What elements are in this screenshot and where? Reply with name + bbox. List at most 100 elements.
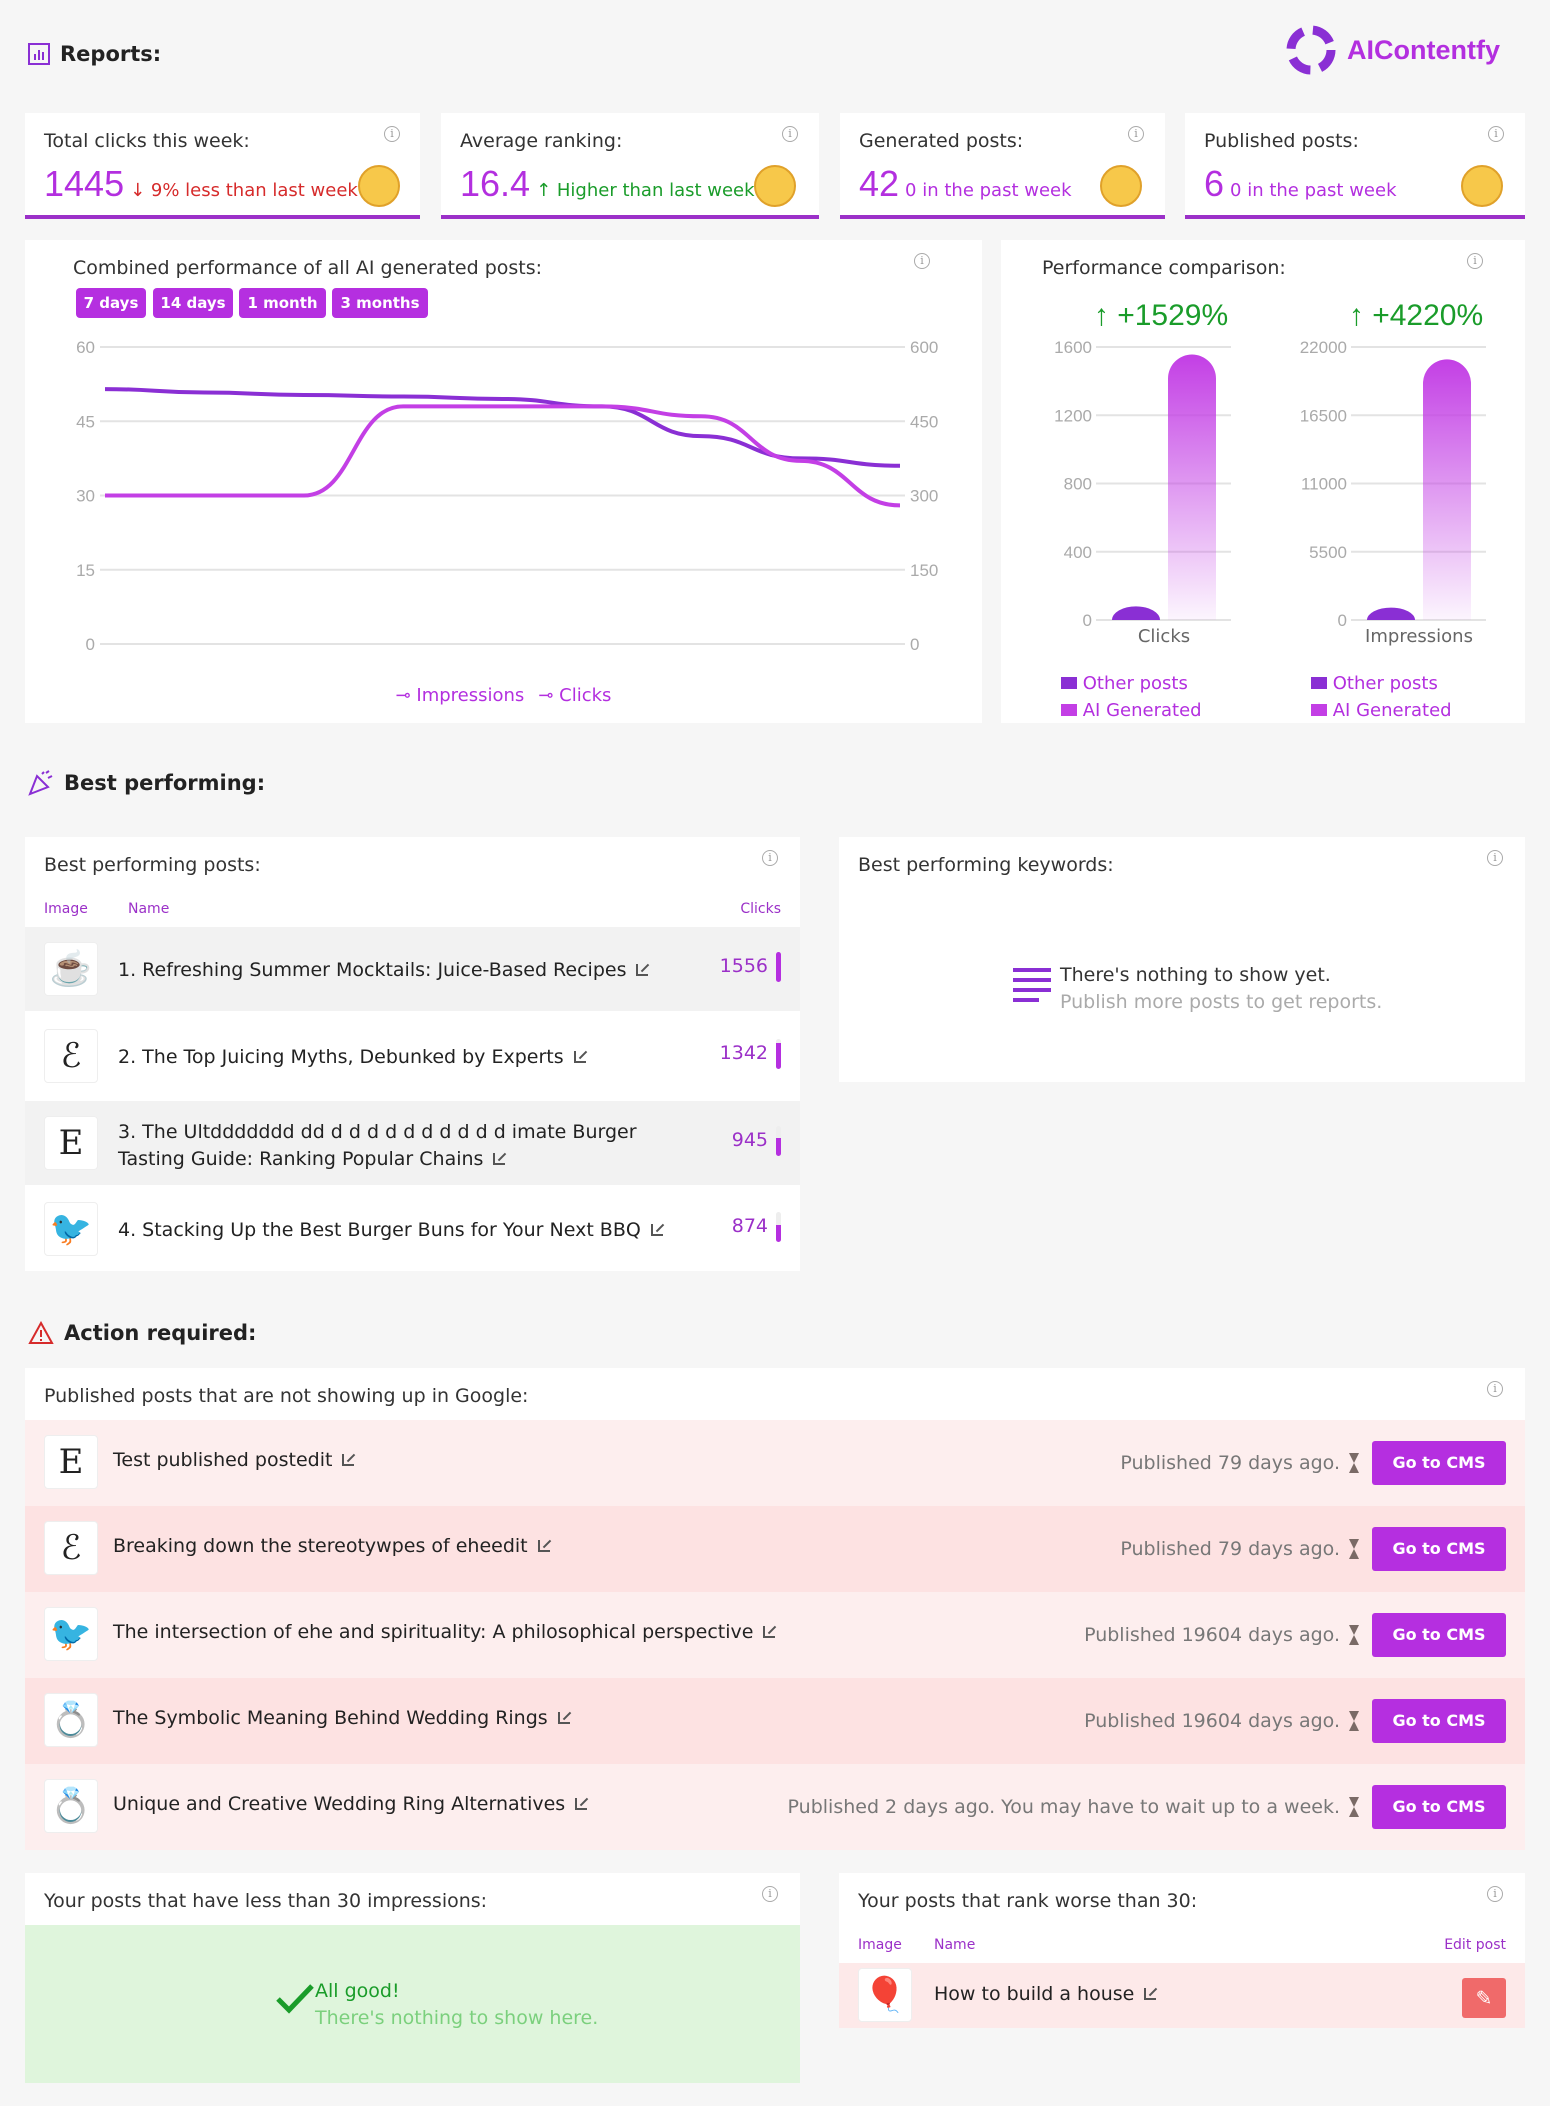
legend-marker-icon: ⊸ (538, 685, 560, 706)
post-name[interactable]: 2. The Top Juicing Myths, Debunked by Ex… (118, 1044, 698, 1071)
stat-card-clicks: Total clicks this week: i 1445 ↓ 9% less… (25, 113, 420, 219)
external-link-icon[interactable] (537, 1540, 550, 1552)
coffee-cup-icon: ☕ (44, 942, 98, 996)
best-posts-card: Best performing posts: i Image Name Clic… (25, 837, 800, 1271)
all-good-panel: All good! There's nothing to show here. (25, 1925, 800, 2083)
post-name-text: The Symbolic Meaning Behind Wedding Ring… (113, 1707, 548, 1729)
stat-label: Average ranking: (460, 130, 623, 152)
checkmark-icon (276, 1984, 314, 2014)
click-bar (776, 1039, 781, 1069)
go-to-cms-button[interactable]: Go to CMS (1372, 1613, 1506, 1657)
legend-impressions[interactable]: ⊸ Impressions (396, 685, 525, 706)
col-image: Image (44, 901, 88, 917)
best-title: Best performing: (64, 771, 266, 795)
post-name[interactable]: 4. Stacking Up the Best Burger Buns for … (118, 1217, 698, 1244)
y-tick: 1200 (1054, 406, 1092, 425)
line-chart: 60 600 45 450 30 300 15 150 0 0 (76, 338, 938, 654)
action-title: Action required: (64, 1321, 257, 1345)
external-link-icon[interactable] (557, 1712, 570, 1724)
y-tick-right: 300 (910, 487, 938, 506)
hourglass-icon (1349, 1625, 1359, 1645)
magic-edit-button[interactable]: ✎ (1462, 1978, 1506, 2018)
post-name[interactable]: 3. The Ultddddddd dd d d d d d d d d d d… (118, 1119, 698, 1173)
y-tick: 0 (1338, 611, 1347, 630)
legend-ai-generated[interactable]: AI Generated (1311, 697, 1452, 724)
empty-main: There's nothing to show yet. (1060, 964, 1331, 986)
external-link-icon[interactable] (636, 964, 649, 976)
stat-card-published: Published posts: i 6 0 in the past week (1185, 113, 1525, 219)
info-icon[interactable]: i (1487, 1886, 1503, 1902)
table-row[interactable]: ☕ 1. Refreshing Summer Mocktails: Juice-… (25, 927, 800, 1011)
post-name-text: How to build a house (934, 1983, 1135, 2005)
y-tick: 5500 (1309, 543, 1347, 562)
legend-other-posts[interactable]: Other posts (1061, 670, 1202, 697)
post-name[interactable]: Unique and Creative Wedding Ring Alterna… (113, 1793, 588, 1815)
col-name: Name (934, 1937, 976, 1953)
table-row[interactable]: E Test published postedit Published 79 d… (25, 1420, 1525, 1506)
external-link-icon[interactable] (575, 1798, 588, 1810)
hourglass-icon (1349, 1797, 1359, 1817)
external-link-icon[interactable] (342, 1454, 355, 1466)
click-count: 874 (731, 1215, 768, 1237)
table-row[interactable]: 🐦 4. Stacking Up the Best Burger Buns fo… (25, 1187, 800, 1271)
info-icon[interactable]: i (1487, 850, 1503, 866)
legend-ai-generated[interactable]: AI Generated (1061, 697, 1202, 724)
brand-logo[interactable]: AIContentfy (1285, 24, 1500, 76)
table-row[interactable]: ℰ Breaking down the stereotywpes of ehee… (25, 1506, 1525, 1592)
category-label: Clicks (1138, 626, 1190, 647)
info-icon[interactable]: i (384, 126, 400, 142)
table-row[interactable]: 💍 Unique and Creative Wedding Ring Alter… (25, 1764, 1525, 1850)
rolling-eyes-emoji-icon (358, 165, 400, 207)
post-name-text: Test published postedit (113, 1449, 333, 1471)
low-impressions-card: Your posts that have less than 30 impres… (25, 1873, 800, 2083)
table-row[interactable]: 🎈 How to build a house ✎ (839, 1963, 1525, 2028)
table-row[interactable]: 🐦 The intersection of ehe and spirituali… (25, 1592, 1525, 1678)
y-tick: 800 (1064, 475, 1092, 494)
go-to-cms-button[interactable]: Go to CMS (1372, 1527, 1506, 1571)
external-link-icon[interactable] (1144, 1988, 1157, 2000)
y-tick: 0 (1083, 611, 1092, 630)
info-icon[interactable]: i (1487, 1381, 1503, 1397)
y-tick-left: 30 (76, 487, 95, 506)
y-tick: 400 (1064, 543, 1092, 562)
external-link-icon[interactable] (763, 1626, 776, 1638)
post-name[interactable]: The Symbolic Meaning Behind Wedding Ring… (113, 1707, 570, 1729)
reports-heading: Reports: (28, 42, 161, 66)
post-thumbnail: 💍 (44, 1693, 98, 1747)
legend-clicks[interactable]: ⊸ Clicks (538, 685, 611, 706)
legend-other-posts[interactable]: Other posts (1311, 670, 1452, 697)
go-to-cms-button[interactable]: Go to CMS (1372, 1441, 1506, 1485)
table-row[interactable]: 💍 The Symbolic Meaning Behind Wedding Ri… (25, 1678, 1525, 1764)
bar-ai-generated (1423, 359, 1471, 620)
hourglass-icon (1349, 1711, 1359, 1731)
post-name-text: 3. The Ultddddddd dd d d d d d d d d d d… (118, 1121, 637, 1170)
post-thumbnail: ℰ (44, 1521, 98, 1575)
info-icon[interactable]: i (762, 1886, 778, 1902)
col-image: Image (858, 1937, 902, 1953)
post-name[interactable]: How to build a house (934, 1983, 1157, 2005)
external-link-icon[interactable] (650, 1224, 663, 1236)
post-name[interactable]: Test published postedit (113, 1449, 355, 1471)
table-row[interactable]: E 3. The Ultddddddd dd d d d d d d d d d… (25, 1101, 800, 1185)
post-name-text: 1. Refreshing Summer Mocktails: Juice-Ba… (118, 959, 627, 981)
legend-label: AI Generated (1332, 700, 1452, 721)
sleeping-emoji-icon (1461, 165, 1503, 207)
post-name-text: Breaking down the stereotywpes of eheedi… (113, 1535, 528, 1557)
post-name[interactable]: The intersection of ehe and spirituality… (113, 1621, 776, 1643)
table-row[interactable]: ℰ 2. The Top Juicing Myths, Debunked by … (25, 1014, 800, 1098)
info-icon[interactable]: i (1488, 126, 1504, 142)
change-percent: ↑ +4220% (1349, 299, 1483, 332)
post-name[interactable]: Breaking down the stereotywpes of eheedi… (113, 1535, 550, 1557)
published-status: Published 79 days ago. (1120, 1452, 1340, 1474)
post-thumbnail: 🐦 (44, 1607, 98, 1661)
info-icon[interactable]: i (782, 126, 798, 142)
external-link-icon[interactable] (573, 1051, 586, 1063)
go-to-cms-button[interactable]: Go to CMS (1372, 1699, 1506, 1743)
legend-label: Clicks (559, 685, 612, 706)
info-icon[interactable]: i (762, 850, 778, 866)
stat-value: 1445 (44, 163, 125, 204)
info-icon[interactable]: i (1128, 126, 1144, 142)
post-name[interactable]: 1. Refreshing Summer Mocktails: Juice-Ba… (118, 957, 698, 984)
external-link-icon[interactable] (493, 1153, 506, 1165)
go-to-cms-button[interactable]: Go to CMS (1372, 1785, 1506, 1829)
